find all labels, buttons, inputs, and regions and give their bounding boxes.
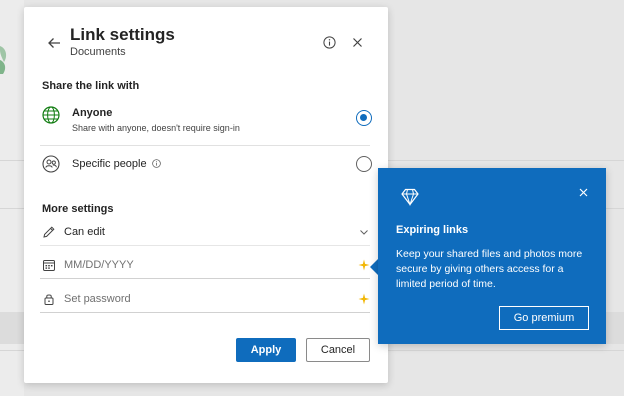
close-icon	[352, 37, 362, 47]
dialog-title: Link settings	[70, 25, 175, 44]
info-icon	[322, 35, 336, 49]
permission-value: Can edit	[64, 226, 105, 238]
link-settings-dialog: Link settings Documents Share the link w…	[24, 7, 388, 383]
permission-dropdown[interactable]: Can edit	[40, 220, 370, 246]
more-settings-label: More settings	[42, 203, 114, 215]
go-premium-button[interactable]: Go premium	[499, 306, 589, 330]
globe-icon	[42, 106, 60, 124]
premium-sparkle-icon	[358, 259, 370, 271]
info-button[interactable]	[320, 33, 338, 51]
option-title: Anyone	[72, 107, 113, 119]
cancel-button[interactable]: Cancel	[306, 338, 370, 362]
callout-title: Expiring links	[396, 224, 469, 236]
option-title: Specific people	[72, 158, 161, 170]
close-icon	[579, 188, 587, 196]
expiring-links-callout: Expiring links Keep your shared files an…	[378, 168, 606, 344]
share-option-specific-people[interactable]: Specific people	[40, 152, 372, 184]
expiry-date-field[interactable]: MM/DD/YYYY	[40, 253, 370, 279]
diamond-icon	[401, 188, 419, 207]
info-icon[interactable]	[151, 159, 161, 168]
option-title-text: Specific people	[72, 158, 147, 170]
apply-button[interactable]: Apply	[236, 338, 296, 362]
chevron-down-icon	[360, 230, 368, 235]
radio-selected[interactable]	[356, 110, 372, 126]
arrow-left-icon	[48, 38, 60, 48]
pencil-icon	[43, 226, 55, 238]
share-option-anyone[interactable]: Anyone Share with anyone, doesn't requir…	[40, 103, 372, 143]
password-field[interactable]: Set password	[40, 287, 370, 313]
dialog-subtitle: Documents	[70, 46, 126, 58]
option-description: Share with anyone, doesn't require sign-…	[72, 123, 240, 133]
background-illustration	[0, 46, 7, 74]
radio-unselected[interactable]	[356, 156, 372, 172]
close-button[interactable]	[348, 33, 366, 51]
share-section-label: Share the link with	[42, 80, 140, 92]
callout-close-button[interactable]	[576, 185, 590, 199]
password-placeholder: Set password	[64, 293, 131, 305]
callout-body: Keep your shared files and photos more s…	[396, 248, 583, 290]
back-button[interactable]	[44, 33, 64, 53]
lock-icon	[44, 294, 54, 305]
expiry-date-placeholder: MM/DD/YYYY	[64, 259, 134, 271]
divider	[40, 145, 370, 146]
callout-beak	[370, 259, 378, 275]
calendar-icon	[43, 260, 55, 271]
premium-sparkle-icon	[358, 293, 370, 305]
people-icon	[42, 155, 60, 173]
